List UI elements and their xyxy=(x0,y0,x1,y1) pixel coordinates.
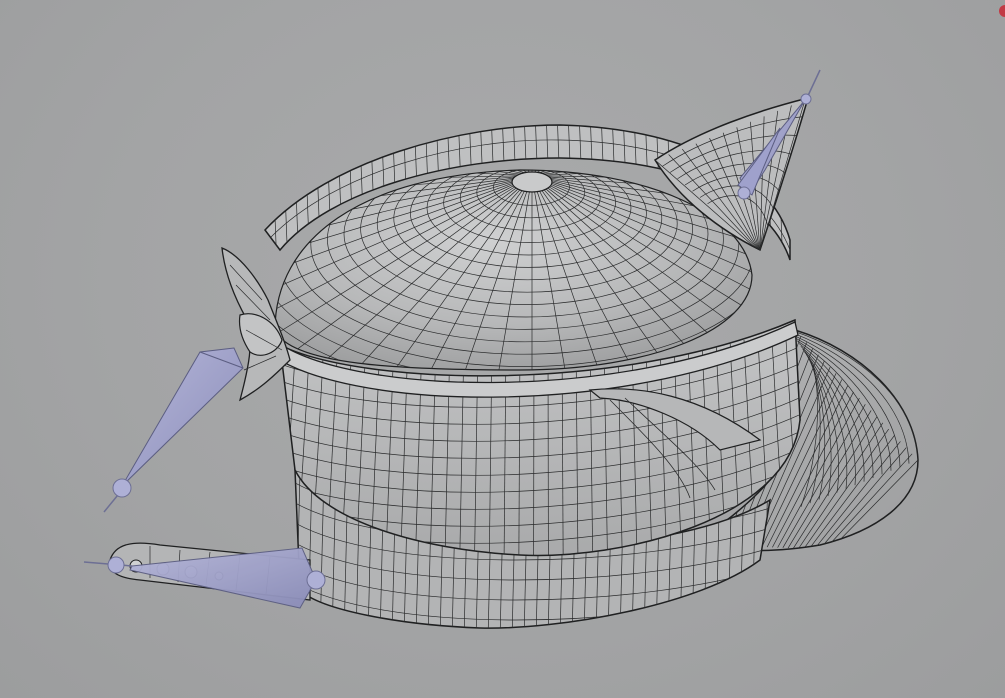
bone-left[interactable] xyxy=(103,347,244,513)
bone-joint-strap-start[interactable] xyxy=(107,556,125,574)
bone-joint-strap-end[interactable] xyxy=(306,570,326,590)
bone-joint-ear-base[interactable] xyxy=(737,186,751,200)
wireframe-hat-model[interactable] xyxy=(0,0,1005,698)
3d-viewport[interactable] xyxy=(0,0,1005,698)
record-indicator-dot xyxy=(999,5,1005,17)
dome-top-cap[interactable] xyxy=(511,171,553,193)
bone-joint-left[interactable] xyxy=(112,478,132,498)
bone-joint-ear-tip[interactable] xyxy=(800,93,812,105)
